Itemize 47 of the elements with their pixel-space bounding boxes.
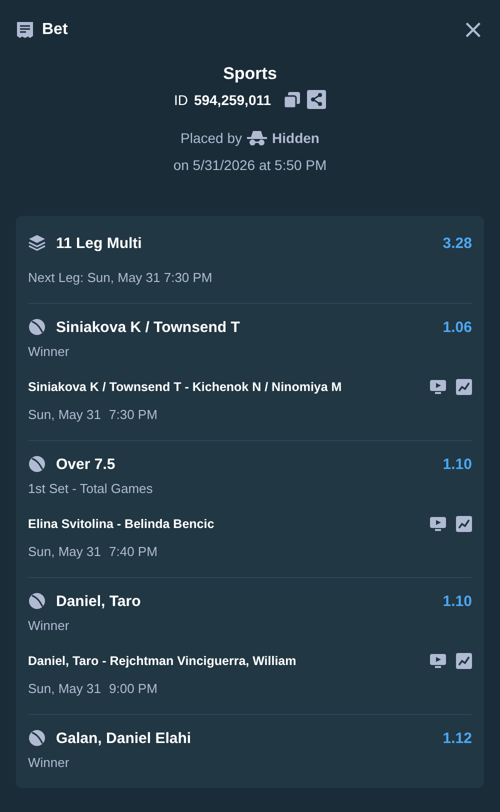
receipt-icon: [16, 21, 34, 39]
event-date: Sun, May 31: [28, 681, 101, 696]
incognito-icon: [247, 130, 268, 146]
odds: 1.06: [442, 318, 472, 336]
next-leg-time: Next Leg: Sun, May 31 7:30 PM: [28, 270, 214, 287]
selection-name: Galan, Daniel Elahi: [56, 730, 192, 746]
event-time: 9:00 PM: [109, 681, 158, 696]
bet-category: Sports: [223, 64, 277, 84]
stats-chart-icon[interactable]: [456, 516, 472, 532]
placed-by-label: Placed by: [180, 130, 242, 146]
copy-icon[interactable]: [283, 90, 302, 108]
odds: 1.10: [442, 592, 472, 610]
event-date: Sun, May 31: [28, 407, 101, 422]
id-label: ID: [174, 92, 188, 108]
odds: 1.12: [442, 730, 472, 746]
selection-name: Siniakova K / Townsend T: [56, 318, 241, 336]
market-name: Winner: [28, 755, 70, 770]
tennis-ball-icon: [28, 455, 46, 473]
stats-chart-icon[interactable]: [456, 653, 472, 669]
odds: 1.10: [442, 456, 472, 472]
placed-date: on 5/31/2026 at 5:50 PM: [173, 157, 327, 173]
live-stream-icon[interactable]: [430, 380, 446, 394]
selection-name: Over 7.5: [56, 456, 116, 472]
live-stream-icon[interactable]: [430, 517, 446, 531]
event-time: 7:30 PM: [109, 407, 158, 422]
selection-name: Daniel, Taro: [56, 592, 142, 610]
placed-by-user: Hidden: [272, 130, 320, 146]
dialog-title: Bet: [42, 21, 69, 39]
share-icon[interactable]: [307, 90, 326, 109]
event-name: Daniel, Taro - Rejchtman Vinciguerra, William: [28, 654, 298, 668]
market-name: Winner: [28, 618, 70, 633]
tennis-ball-icon: [28, 592, 46, 610]
live-stream-icon[interactable]: [430, 654, 446, 668]
tennis-ball-icon: [28, 318, 46, 336]
event-date: Sun, May 31: [28, 544, 101, 559]
bet-id: 594,259,011: [194, 92, 272, 108]
event-name: Elina Svitolina - Belinda Bencic: [28, 517, 216, 531]
layers-icon: [28, 234, 46, 252]
event-time: 7:40 PM: [109, 544, 158, 559]
event-name: Siniakova K / Townsend T - Kichenok N / Ninomiya M: [28, 380, 343, 394]
market-name: Winner: [28, 344, 70, 359]
tennis-ball-icon: [28, 729, 46, 747]
close-button[interactable]: ×: [462, 19, 484, 41]
stats-chart-icon[interactable]: [456, 379, 472, 395]
total-odds: 3.28: [442, 234, 472, 252]
market-name: 1st Set - Total Games: [28, 481, 154, 496]
multi-title: 11 Leg Multi: [56, 234, 143, 252]
